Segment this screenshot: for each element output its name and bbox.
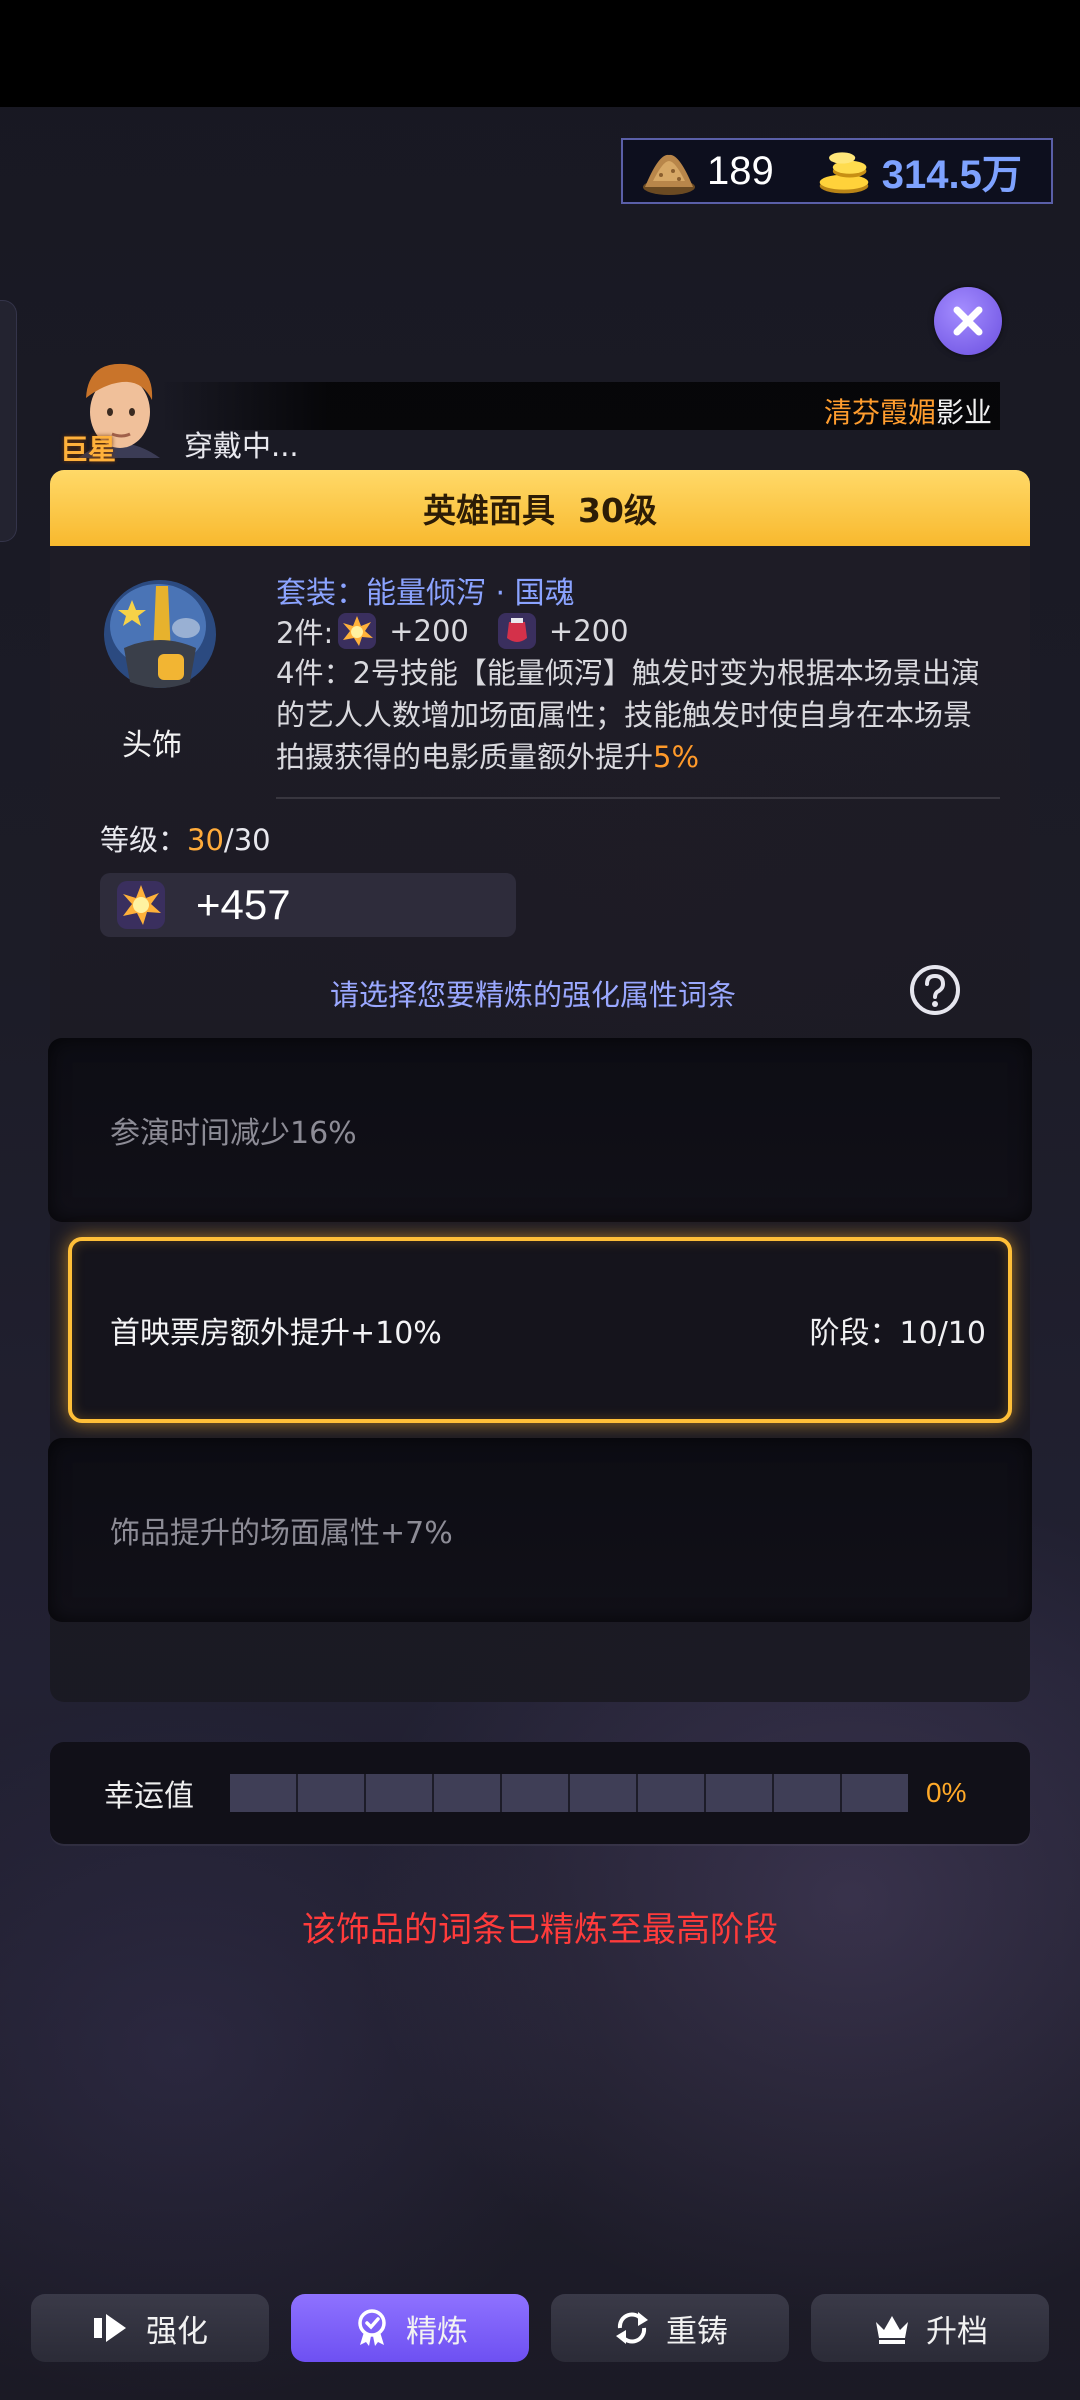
status-bar: [0, 0, 1080, 107]
material-counter: 189: [641, 145, 774, 197]
slot-label: 头饰: [122, 728, 182, 763]
refine-option[interactable]: 饰品提升的场面属性+7%: [48, 1438, 1032, 1622]
set-2-bonus-a: +200: [389, 614, 469, 648]
sand-pile-icon: [643, 154, 695, 195]
set-2-bonus: 2件: +200 +200: [276, 610, 653, 652]
gold-counter: 314.5万: [816, 142, 1022, 200]
luck-segment: [502, 1774, 568, 1812]
studio-name: 清芬霞媚影业: [824, 391, 992, 431]
luck-segment: [230, 1774, 296, 1812]
level-label: 等级：: [100, 823, 188, 857]
currency-bar: 189 314.5万: [621, 138, 1053, 204]
gold-coins-icon: [819, 152, 869, 194]
refine-option-text: 首映票房额外提升+10%: [110, 1316, 442, 1351]
luck-segment: [842, 1774, 908, 1812]
luck-label: 幸运值: [104, 1779, 194, 1814]
luck-segment: [434, 1774, 500, 1812]
item-title-bar: 英雄面具 30级: [50, 470, 1030, 546]
set-2-bonus-b: +200: [548, 614, 629, 648]
set-4-text: 4件：2号技能【能量倾泻】触发时变为根据本场景出演的艺人人数增加场面属性；技能触…: [276, 656, 980, 774]
helmet-icon: [104, 580, 216, 688]
luck-meter: 幸运值 0%: [50, 1742, 1030, 1844]
studio-highlight: 清芬霞媚: [823, 396, 936, 429]
stat-box: +457: [100, 873, 516, 937]
set-name: 套装：能量倾泻 · 国魂: [276, 576, 575, 611]
refine-option[interactable]: 参演时间减少16%: [48, 1038, 1032, 1222]
refine-option-text: 饰品提升的场面属性+7%: [110, 1516, 453, 1551]
stat-value: +457: [196, 881, 291, 928]
side-drawer-handle[interactable]: [0, 300, 17, 542]
luck-segment: [298, 1774, 364, 1812]
potion-icon: [497, 613, 536, 649]
crown-icon: [876, 2316, 908, 2344]
item-title: 英雄面具 30级: [423, 491, 657, 530]
material-amount: 189: [707, 148, 774, 193]
luck-segment: [774, 1774, 840, 1812]
set-4-bonus: 4件：2号技能【能量倾泻】触发时变为根据本场景出演的艺人人数增加场面属性；技能触…: [276, 652, 996, 778]
luck-segment: [638, 1774, 704, 1812]
explosion-icon: [117, 881, 165, 929]
refine-option-stage: 阶段：10/10: [809, 1316, 986, 1351]
studio-suffix: 影业: [935, 396, 992, 429]
luck-segment: [706, 1774, 772, 1812]
luck-progress-bar: [230, 1774, 908, 1812]
set-4-highlight: 5%: [653, 740, 700, 774]
tab-recast[interactable]: 重铸: [551, 2294, 789, 2362]
tab-label: 精炼: [406, 2313, 468, 2350]
medal-icon: [358, 2309, 386, 2346]
set-2-label: 2件:: [276, 616, 334, 650]
refine-option-text: 参演时间减少16%: [110, 1116, 357, 1151]
luck-percent: 0%: [926, 1777, 967, 1808]
luck-segment: [366, 1774, 432, 1812]
level-max: /30: [223, 823, 271, 857]
explosion-icon: [338, 613, 377, 649]
refine-prompt: 请选择您要精炼的强化属性词条: [330, 978, 737, 1012]
tab-label: 重铸: [666, 2313, 728, 2350]
tab-enhance[interactable]: 强化: [31, 2294, 269, 2362]
tab-label: 强化: [146, 2313, 208, 2350]
close-button[interactable]: [934, 287, 1002, 355]
tab-upgrade[interactable]: 升档: [811, 2294, 1049, 2362]
level-current: 30: [187, 823, 224, 857]
divider: [276, 797, 1000, 799]
refine-option-selected[interactable]: 首映票房额外提升+10% 阶段：10/10: [68, 1237, 1012, 1423]
rank-badge: 巨星: [60, 433, 117, 466]
tab-refine[interactable]: 精炼: [291, 2294, 529, 2362]
gold-amount: 314.5万: [881, 153, 1022, 197]
help-icon[interactable]: [909, 964, 961, 1016]
arrow-right-icon: [94, 2314, 126, 2342]
close-icon: [953, 306, 983, 336]
luck-segment: [570, 1774, 636, 1812]
tab-label: 升档: [926, 2313, 988, 2350]
max-stage-message: 该饰品的词条已精炼至最高阶段: [302, 1910, 778, 1950]
level-display: 等级：30/30: [100, 817, 271, 859]
wearing-status: 穿戴中...: [184, 429, 299, 463]
refresh-icon: [616, 2312, 648, 2344]
